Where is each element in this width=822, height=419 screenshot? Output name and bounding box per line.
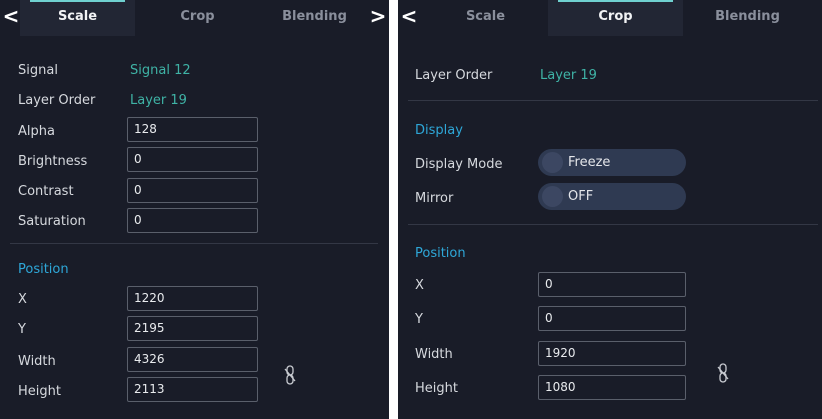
tab-bar: < Scale Crop Blending bbox=[398, 0, 822, 36]
tab-blending[interactable]: Blending bbox=[690, 0, 805, 36]
display-heading: Display bbox=[415, 123, 463, 138]
layer-order-value: Layer 19 bbox=[540, 68, 597, 83]
tab-blending[interactable]: Blending bbox=[257, 0, 372, 36]
chevron-right-icon[interactable]: > bbox=[369, 0, 387, 36]
link-icon[interactable] bbox=[717, 363, 729, 383]
position-heading: Position bbox=[18, 262, 69, 277]
layer-order-value: Layer 19 bbox=[130, 93, 187, 108]
x-label: X bbox=[415, 278, 424, 293]
tab-scale[interactable]: Scale bbox=[20, 0, 135, 36]
height-field[interactable]: 2113 bbox=[127, 377, 258, 402]
y-label: Y bbox=[415, 312, 423, 327]
display-mode-toggle[interactable]: Freeze bbox=[538, 149, 686, 176]
height-label: Height bbox=[18, 384, 61, 399]
contrast-field[interactable]: 0 bbox=[127, 178, 258, 203]
contrast-label: Contrast bbox=[18, 184, 74, 199]
divider bbox=[10, 243, 378, 244]
layer-order-label: Layer Order bbox=[415, 68, 493, 83]
width-field[interactable]: 1920 bbox=[538, 341, 686, 366]
x-label: X bbox=[18, 292, 27, 307]
y-field[interactable]: 0 bbox=[538, 306, 686, 331]
mirror-value: OFF bbox=[568, 189, 594, 204]
scale-panel: < Scale Crop Blending > Signal Signal 12… bbox=[0, 0, 389, 419]
brightness-field[interactable]: 0 bbox=[127, 147, 258, 172]
signal-value: Signal 12 bbox=[130, 63, 191, 78]
layer-order-label: Layer Order bbox=[18, 93, 96, 108]
signal-label: Signal bbox=[18, 63, 58, 78]
link-icon[interactable] bbox=[284, 365, 296, 385]
display-mode-label: Display Mode bbox=[415, 157, 503, 172]
x-field[interactable]: 0 bbox=[538, 272, 686, 297]
toggle-knob bbox=[542, 186, 563, 207]
width-label: Width bbox=[18, 354, 56, 369]
divider bbox=[408, 100, 818, 101]
height-label: Height bbox=[415, 381, 458, 396]
width-label: Width bbox=[415, 347, 453, 362]
mirror-toggle[interactable]: OFF bbox=[538, 183, 686, 210]
tab-scale[interactable]: Scale bbox=[428, 0, 543, 36]
chevron-left-icon[interactable]: < bbox=[2, 0, 20, 36]
x-field[interactable]: 1220 bbox=[127, 286, 258, 311]
width-field[interactable]: 4326 bbox=[127, 347, 258, 372]
saturation-label: Saturation bbox=[18, 214, 86, 229]
display-mode-value: Freeze bbox=[568, 155, 611, 170]
y-field[interactable]: 2195 bbox=[127, 316, 258, 341]
divider bbox=[408, 224, 818, 225]
mirror-label: Mirror bbox=[415, 191, 454, 206]
tab-bar: < Scale Crop Blending > bbox=[0, 0, 389, 36]
alpha-field[interactable]: 128 bbox=[127, 117, 258, 142]
tab-crop[interactable]: Crop bbox=[140, 0, 255, 36]
toggle-knob bbox=[542, 152, 563, 173]
alpha-label: Alpha bbox=[18, 124, 55, 139]
saturation-field[interactable]: 0 bbox=[127, 208, 258, 233]
crop-panel: < Scale Crop Blending Layer Order Layer … bbox=[398, 0, 822, 419]
position-heading: Position bbox=[415, 246, 466, 261]
chevron-left-icon[interactable]: < bbox=[400, 0, 418, 36]
brightness-label: Brightness bbox=[18, 154, 88, 169]
y-label: Y bbox=[18, 322, 26, 337]
tab-crop[interactable]: Crop bbox=[548, 0, 683, 36]
height-field[interactable]: 1080 bbox=[538, 375, 686, 400]
